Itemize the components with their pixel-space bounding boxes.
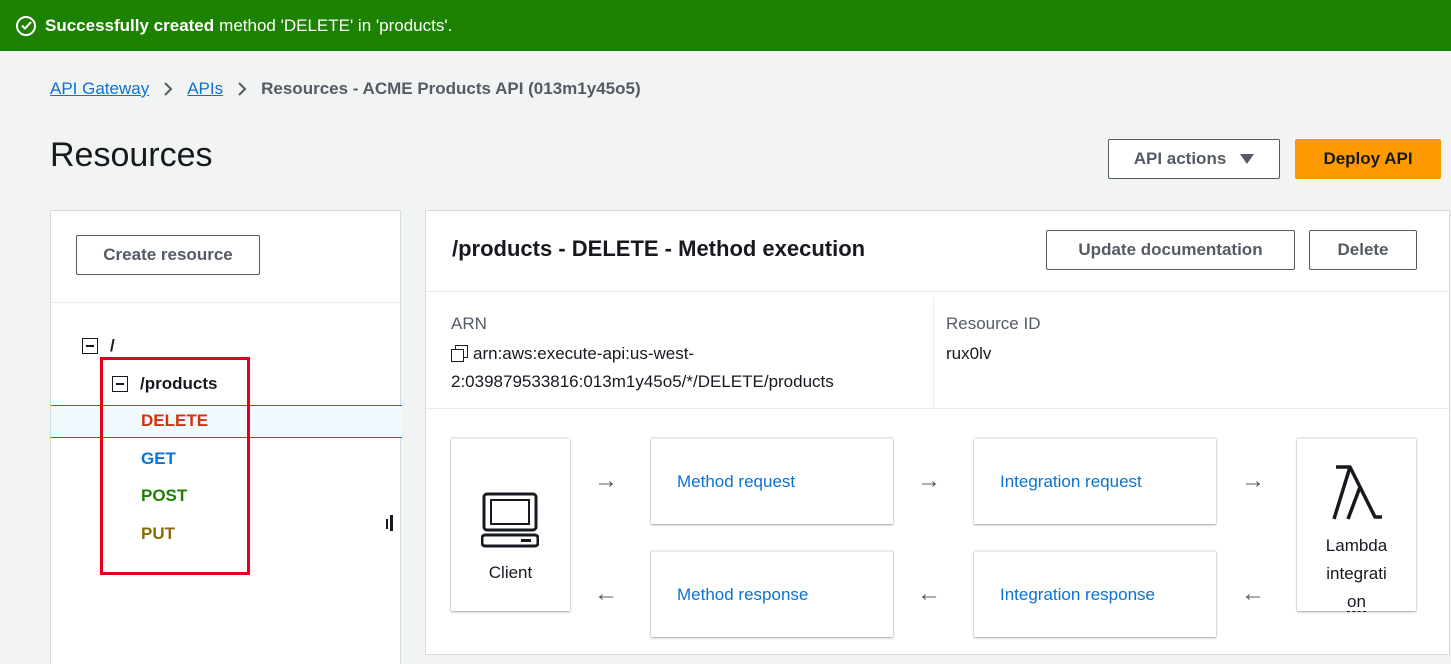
api-actions-button[interactable]: API actions [1108, 139, 1280, 179]
panel-title: /products - DELETE - Method execution [452, 236, 866, 261]
integration-request-link[interactable]: Integration request [1000, 472, 1142, 492]
client-card: Client [451, 438, 570, 611]
resize-handle[interactable] [390, 515, 393, 531]
divider [933, 297, 934, 409]
breadcrumb: API Gateway APIs Resources - ACME Produc… [50, 79, 641, 99]
arrow-right-icon: → [917, 467, 941, 494]
resource-tree-panel: Create resource / /products DELETE GET P… [50, 210, 402, 664]
delete-button[interactable]: Delete [1309, 230, 1417, 270]
arn-line-1: arn:aws:execute-api:us-west- [473, 344, 695, 363]
arrow-left-icon: ← [917, 580, 941, 607]
breadcrumb-apis[interactable]: APIs [187, 79, 223, 99]
method-request-card[interactable]: Method request [651, 438, 893, 524]
arn-label: ARN [451, 314, 487, 333]
client-label: Client [488, 563, 533, 582]
create-resource-button[interactable]: Create resource [76, 235, 260, 275]
lambda-line-2: integrati [1326, 564, 1387, 583]
update-documentation-button[interactable]: Update documentation [1046, 230, 1295, 270]
lambda-icon [1332, 465, 1382, 520]
breadcrumb-current: Resources - ACME Products API (013m1y45o… [261, 79, 641, 98]
caret-down-icon [1240, 154, 1255, 164]
copy-icon[interactable] [451, 345, 468, 362]
check-circle-icon [16, 15, 36, 36]
arrow-left-icon: ← [594, 580, 618, 607]
tree-root[interactable]: / [82, 336, 115, 356]
annotation-highlight-box [100, 357, 250, 575]
arrow-right-icon: → [1241, 467, 1265, 494]
arrow-right-icon: → [594, 467, 618, 494]
chevron-right-icon [163, 81, 173, 97]
method-response-link[interactable]: Method response [677, 585, 808, 605]
tree-root-label: / [110, 336, 115, 355]
method-request-link[interactable]: Method request [677, 472, 795, 492]
flash-message: method 'DELETE' in 'products'. [219, 15, 453, 35]
lambda-integration-card: Lambda integrati on [1297, 438, 1416, 612]
page-title: Resources [50, 136, 213, 174]
arrow-left-icon: ← [1241, 580, 1265, 607]
chevron-right-icon [237, 81, 247, 97]
lambda-label: Lambda integrati on [1297, 532, 1416, 616]
method-response-card[interactable]: Method response [651, 551, 893, 637]
arn-line-2: 2:039879533816:013m1y45o5/*/DELETE/produ… [451, 372, 834, 391]
resource-id-label: Resource ID [946, 314, 1041, 333]
resource-id-value: rux0lv [946, 344, 992, 363]
integration-response-link[interactable]: Integration response [1000, 585, 1155, 605]
arn-value: arn:aws:execute-api:us-west- 2:039879533… [451, 340, 834, 396]
divider [426, 408, 1451, 409]
integration-response-card[interactable]: Integration response [974, 551, 1216, 637]
collapse-icon[interactable] [82, 338, 98, 354]
api-actions-label: API actions [1133, 149, 1227, 168]
integration-request-card[interactable]: Integration request [974, 438, 1216, 524]
lambda-line-1: Lambda [1325, 536, 1388, 555]
deploy-api-button[interactable]: Deploy API [1295, 139, 1441, 179]
resize-handle-grip [386, 519, 388, 529]
laptop-icon [481, 492, 539, 548]
method-execution-panel: /products - DELETE - Method execution Up… [425, 210, 1451, 655]
breadcrumb-api-gateway[interactable]: API Gateway [50, 79, 149, 99]
divider [426, 291, 1451, 292]
lambda-line-3: on [1347, 592, 1366, 612]
success-flashbar: Successfully created method 'DELETE' in … [0, 0, 1451, 51]
flash-bold-text: Successfully created [45, 15, 215, 35]
